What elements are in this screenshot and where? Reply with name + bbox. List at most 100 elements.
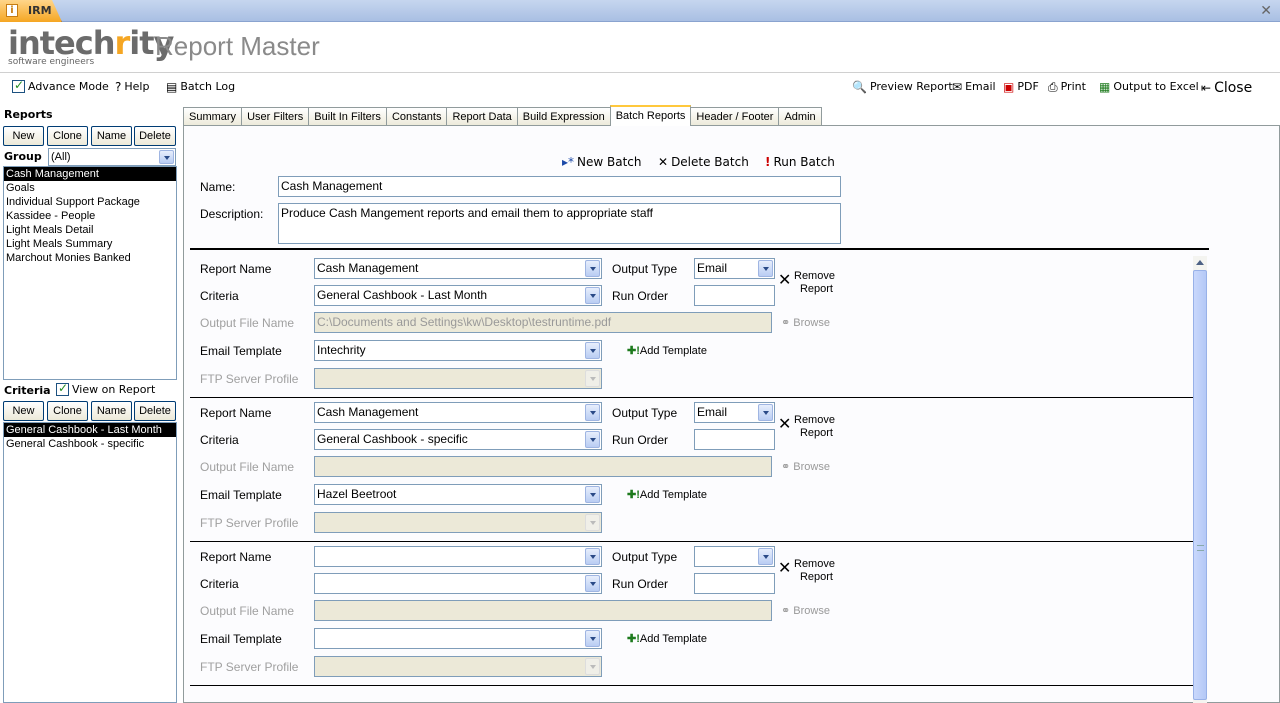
group-select[interactable]: (All) xyxy=(48,148,176,166)
browse-button[interactable]: ⚭ Browse xyxy=(781,604,830,617)
batch-description-input[interactable]: Produce Cash Mangement reports and email… xyxy=(278,203,841,244)
tab-constants[interactable]: Constants xyxy=(385,107,448,126)
tab-report-data[interactable]: Report Data xyxy=(446,107,518,126)
browse-button[interactable]: ⚭ Browse xyxy=(781,460,830,473)
batch-name-input[interactable]: Cash Management xyxy=(278,176,841,197)
chevron-down-icon[interactable] xyxy=(585,287,600,304)
ftp-server-profile-select[interactable] xyxy=(314,656,602,677)
advance-mode-toggle[interactable]: Advance Mode xyxy=(12,78,109,93)
remove-report-icon[interactable]: ✕ xyxy=(778,558,791,578)
email-template-select[interactable]: Hazel Beetroot xyxy=(314,484,602,505)
output-excel-button[interactable]: ▦ Output to Excel xyxy=(1099,80,1199,93)
output-type-select[interactable]: Email xyxy=(694,258,775,279)
criteria-select[interactable]: General Cashbook - specific xyxy=(314,429,602,450)
chevron-down-icon[interactable] xyxy=(758,260,773,277)
chevron-down-icon[interactable] xyxy=(585,548,600,565)
chevron-down-icon[interactable] xyxy=(585,658,600,675)
report-name-select[interactable] xyxy=(314,546,602,567)
criteria-select[interactable]: General Cashbook - Last Month xyxy=(314,285,602,306)
browse-button[interactable]: ⚭ Browse xyxy=(781,316,830,329)
output-file-name-input[interactable] xyxy=(314,456,772,477)
criteria-delete-button[interactable]: Delete xyxy=(134,401,176,421)
chevron-down-icon[interactable] xyxy=(159,150,174,164)
remove-report-icon[interactable]: ✕ xyxy=(778,414,791,434)
list-item[interactable]: Light Meals Summary xyxy=(4,237,176,251)
print-button[interactable]: ⎙ Print xyxy=(1048,80,1086,93)
advance-mode-checkbox[interactable] xyxy=(12,78,25,93)
ftp-server-profile-select[interactable] xyxy=(314,368,602,389)
criteria-list[interactable]: General Cashbook - Last Month General Ca… xyxy=(3,422,177,703)
tab-header-footer[interactable]: Header / Footer xyxy=(690,107,780,126)
run-order-input[interactable] xyxy=(694,429,775,450)
preview-report-button[interactable]: 🔍 Preview Report xyxy=(852,80,953,93)
pdf-button[interactable]: ▣ PDF xyxy=(1003,80,1039,93)
app-tab[interactable]: i IRM xyxy=(0,0,62,22)
delete-batch-button[interactable]: ✕ Delete Batch xyxy=(658,155,749,169)
chevron-down-icon[interactable] xyxy=(585,630,600,647)
chevron-down-icon[interactable] xyxy=(585,514,600,531)
tab-admin[interactable]: Admin xyxy=(778,107,822,126)
list-item[interactable]: Light Meals Detail xyxy=(4,223,176,237)
chevron-down-icon[interactable] xyxy=(758,548,773,565)
reports-new-button[interactable]: New xyxy=(3,126,44,146)
chevron-down-icon[interactable] xyxy=(585,370,600,387)
close-button[interactable]: ⇤ Close xyxy=(1201,80,1252,96)
new-batch-button[interactable]: ▸* New Batch xyxy=(562,155,642,169)
reports-list[interactable]: Cash Management Goals Individual Support… xyxy=(3,166,177,380)
chevron-down-icon[interactable] xyxy=(585,404,600,421)
list-item[interactable]: Kassidee - People xyxy=(4,209,176,223)
criteria-clone-button[interactable]: Clone xyxy=(47,401,88,421)
list-item[interactable]: General Cashbook - Last Month xyxy=(4,423,176,437)
report-name-select[interactable]: Cash Management xyxy=(314,402,602,423)
batch-log-button[interactable]: ▤ Batch Log xyxy=(166,80,235,93)
add-template-button[interactable]: ✚!Add Template xyxy=(627,488,707,501)
report-name-select[interactable]: Cash Management xyxy=(314,258,602,279)
remove-report-button[interactable]: Remove Report xyxy=(794,270,835,296)
reports-name-button[interactable]: Name xyxy=(91,126,132,146)
view-on-report-checkbox[interactable] xyxy=(56,381,69,396)
reports-clone-button[interactable]: Clone xyxy=(47,126,88,146)
remove-report-icon[interactable]: ✕ xyxy=(778,270,791,290)
tab-batch-reports[interactable]: Batch Reports xyxy=(609,105,692,126)
add-template-button[interactable]: ✚!Add Template xyxy=(627,344,707,357)
view-on-report-toggle[interactable]: View on Report xyxy=(56,381,155,396)
email-button[interactable]: ✉ Email xyxy=(952,80,996,93)
tab-built-in-filters[interactable]: Built In Filters xyxy=(308,107,387,126)
list-item[interactable]: Goals xyxy=(4,181,176,195)
email-template-select[interactable]: Intechrity xyxy=(314,340,602,361)
list-item[interactable]: General Cashbook - specific xyxy=(4,437,176,451)
vertical-scrollbar[interactable] xyxy=(1193,256,1207,703)
tab-summary[interactable]: Summary xyxy=(183,107,243,126)
run-order-input[interactable] xyxy=(694,573,775,594)
tab-user-filters[interactable]: User Filters xyxy=(241,107,310,126)
chevron-down-icon[interactable] xyxy=(585,260,600,277)
output-file-name-input[interactable] xyxy=(314,600,772,621)
run-batch-button[interactable]: ! Run Batch xyxy=(765,155,835,169)
list-item[interactable]: Marchout Monies Banked xyxy=(4,251,176,265)
criteria-name-button[interactable]: Name xyxy=(91,401,132,421)
chevron-down-icon[interactable] xyxy=(585,431,600,448)
remove-report-button[interactable]: Remove Report xyxy=(794,414,835,440)
output-type-select[interactable]: Email xyxy=(694,402,775,423)
ftp-server-profile-select[interactable] xyxy=(314,512,602,533)
scroll-thumb[interactable] xyxy=(1193,270,1207,700)
tab-build-expression[interactable]: Build Expression xyxy=(516,107,611,126)
add-template-button[interactable]: ✚!Add Template xyxy=(627,632,707,645)
list-item[interactable]: Cash Management xyxy=(4,167,176,181)
output-type-select[interactable] xyxy=(694,546,775,567)
criteria-select[interactable] xyxy=(314,573,602,594)
chevron-down-icon[interactable] xyxy=(585,342,600,359)
run-order-input[interactable] xyxy=(694,285,775,306)
window-close-icon[interactable]: ✕ xyxy=(1260,3,1272,19)
reports-delete-button[interactable]: Delete xyxy=(134,126,176,146)
help-button[interactable]: ? Help xyxy=(115,80,149,93)
chevron-down-icon[interactable] xyxy=(585,486,600,503)
criteria-new-button[interactable]: New xyxy=(3,401,44,421)
email-template-select[interactable] xyxy=(314,628,602,649)
output-file-name-input[interactable]: C:\Documents and Settings\kw\Desktop\tes… xyxy=(314,312,772,333)
list-item[interactable]: Individual Support Package xyxy=(4,195,176,209)
remove-report-button[interactable]: Remove Report xyxy=(794,558,835,584)
chevron-down-icon[interactable] xyxy=(585,575,600,592)
scroll-up-icon[interactable] xyxy=(1196,260,1204,265)
chevron-down-icon[interactable] xyxy=(758,404,773,421)
